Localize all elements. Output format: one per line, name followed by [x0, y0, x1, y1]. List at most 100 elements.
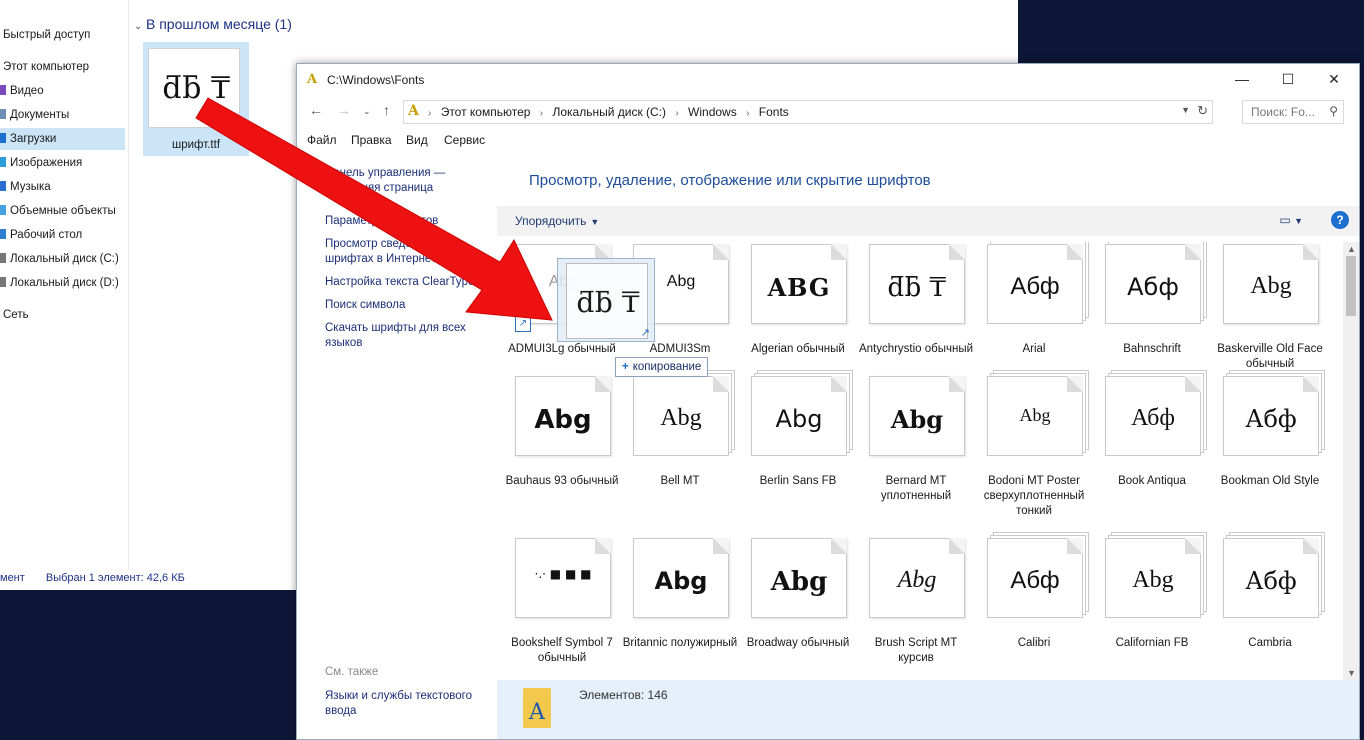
chevron-right-icon[interactable]: ›: [746, 108, 749, 119]
font-sample-text: Abg: [770, 567, 828, 597]
menu-file[interactable]: Файл: [307, 133, 337, 147]
plus-icon: +: [622, 361, 629, 373]
maximize-button[interactable]: ☐: [1265, 64, 1311, 94]
refresh-icon[interactable]: ↻: [1197, 103, 1208, 119]
font-name: Bookman Old Style: [1220, 475, 1320, 487]
close-button[interactable]: ✕: [1311, 64, 1357, 94]
nav-item-label: Музыка: [10, 181, 51, 193]
font-settings-link[interactable]: Параметры шрифтов: [325, 214, 485, 229]
breadcrumb-item[interactable]: Fonts: [759, 105, 789, 119]
font-sample-text: ƌƃ ₸: [887, 273, 947, 303]
font-sample-text: Abg: [897, 567, 937, 593]
command-bar: Упорядочить ▼ ▭ ▼ ?: [497, 206, 1359, 236]
font-sample-text: Abg: [890, 405, 944, 434]
minimize-button[interactable]: —: [1219, 64, 1265, 94]
chevron-down-icon[interactable]: ⌄: [134, 21, 146, 32]
chevron-right-icon[interactable]: ›: [428, 108, 431, 119]
group-header[interactable]: ⌄ В прошлом месяце (1): [134, 16, 292, 32]
cleartype-link[interactable]: Настройка текста ClearType: [325, 275, 485, 290]
recent-chevron-icon[interactable]: ⌄: [363, 106, 371, 117]
nav-folder-icon: [0, 157, 6, 167]
breadcrumb-item[interactable]: Windows: [688, 105, 737, 119]
address-box[interactable]: A › Этот компьютер › Локальный диск (C:)…: [403, 100, 1213, 124]
nav-item[interactable]: Видео: [0, 80, 125, 102]
chevron-right-icon[interactable]: ›: [540, 108, 543, 119]
control-panel-home-link[interactable]: Панель управления — домашняя страница: [325, 166, 485, 196]
details-pane: A Элементов: 146: [497, 680, 1359, 739]
menu-edit[interactable]: Правка: [351, 133, 392, 147]
title-bar[interactable]: A C:\Windows\Fonts — ☐ ✕: [297, 64, 1359, 94]
download-fonts-link[interactable]: Скачать шрифты для всех языков: [325, 321, 485, 351]
nav-folder-icon: [0, 133, 6, 143]
address-dropdown-icon[interactable]: ▼: [1181, 105, 1190, 115]
nav-item-label: Загрузки: [10, 133, 57, 145]
page-fold: [1303, 538, 1319, 554]
status-item-count: мент: [0, 572, 25, 584]
character-map-link[interactable]: Поиск символа: [325, 298, 485, 313]
nav-folder-icon: [0, 109, 6, 119]
font-sample-text: ABG: [767, 273, 831, 302]
font-sample-text: ·.· ■ ■ ■: [534, 567, 592, 581]
scroll-down-icon[interactable]: ▼: [1347, 668, 1356, 678]
font-name: Berlin Sans FB: [759, 475, 837, 487]
forward-arrow-icon[interactable]: →: [337, 102, 351, 118]
file-item-selected[interactable]: ƌƃ ₸ шрифт.ttf: [143, 42, 249, 156]
font-name: Arial: [1022, 343, 1046, 355]
nav-item-label: Этот компьютер: [3, 61, 89, 73]
nav-item[interactable]: Этот компьютер: [0, 56, 125, 78]
drag-file-thumbnail: ƌƃ ₸: [566, 263, 648, 339]
online-font-info-link[interactable]: Просмотр сведений о шрифтах в Интернете: [325, 237, 485, 267]
chevron-right-icon[interactable]: ›: [675, 108, 678, 119]
page-fold: [949, 244, 965, 260]
nav-item[interactable]: Изображения: [0, 152, 125, 174]
nav-item-label: Видео: [10, 85, 44, 97]
nav-folder-icon: [0, 181, 6, 191]
search-input[interactable]: Поиск: Fo... ⚲: [1242, 100, 1344, 124]
font-name: Bernard MT уплотненный: [880, 475, 952, 502]
help-icon[interactable]: ?: [1331, 211, 1349, 229]
change-view-button[interactable]: ▭ ▼: [1279, 213, 1303, 227]
breadcrumb-item[interactable]: Этот компьютер: [441, 105, 531, 119]
nav-item[interactable]: Сеть: [0, 304, 125, 326]
font-preview-icon: Abg: [1105, 538, 1201, 618]
menu-view[interactable]: Вид: [406, 133, 428, 147]
font-name: Bahnschrift: [1123, 343, 1181, 355]
shortcut-arrow-icon: ↗: [515, 316, 531, 332]
fonts-folder-icon: A: [307, 72, 318, 87]
nav-item[interactable]: Локальный диск (C:): [0, 248, 125, 270]
scroll-up-icon[interactable]: ▲: [1347, 244, 1356, 254]
page-fold: [713, 376, 729, 392]
status-bar: мент Выбран 1 элемент: 42,6 КБ: [0, 572, 203, 584]
scroll-thumb[interactable]: [1346, 256, 1356, 316]
font-preview-icon: Абф: [987, 244, 1083, 324]
nav-item-label: Локальный диск (C:): [10, 253, 119, 265]
font-sample-text: Abg: [775, 405, 823, 433]
file-name: шрифт.ttf: [171, 139, 221, 151]
font-name: Bookshelf Symbol 7 обычный: [511, 637, 613, 664]
vertical-scrollbar[interactable]: ▲ ▼: [1343, 242, 1359, 680]
font-preview-icon: Абф: [1223, 538, 1319, 618]
text-services-link[interactable]: Языки и службы текстового ввода: [325, 689, 485, 719]
menu-bar: Файл Правка Вид Сервис: [297, 130, 1359, 150]
organize-button[interactable]: Упорядочить ▼: [515, 214, 599, 228]
nav-item[interactable]: Документы: [0, 104, 125, 126]
font-name: Bauhaus 93 обычный: [505, 475, 619, 487]
nav-item[interactable]: Загрузки: [0, 128, 125, 150]
nav-item[interactable]: Музыка: [0, 176, 125, 198]
font-sample-text: Абф: [1245, 405, 1297, 433]
breadcrumb-item[interactable]: Локальный диск (C:): [552, 105, 666, 119]
view-icon: ▭: [1279, 213, 1291, 227]
search-icon: ⚲: [1329, 104, 1338, 118]
menu-tools[interactable]: Сервис: [444, 133, 485, 147]
up-arrow-icon[interactable]: ↑: [383, 102, 390, 118]
page-fold: [1067, 376, 1083, 392]
window-title: C:\Windows\Fonts: [327, 73, 425, 87]
nav-item[interactable]: Быстрый доступ: [0, 24, 125, 46]
nav-item[interactable]: Рабочий стол: [0, 224, 125, 246]
nav-item[interactable]: Объемные объекты: [0, 200, 125, 222]
nav-item[interactable]: Локальный диск (D:): [0, 272, 125, 294]
font-preview-icon: Абф: [1105, 244, 1201, 324]
back-arrow-icon[interactable]: ←: [309, 102, 323, 118]
copy-tooltip: + копирование: [615, 357, 709, 377]
font-sample-text: Абф: [1127, 273, 1179, 301]
